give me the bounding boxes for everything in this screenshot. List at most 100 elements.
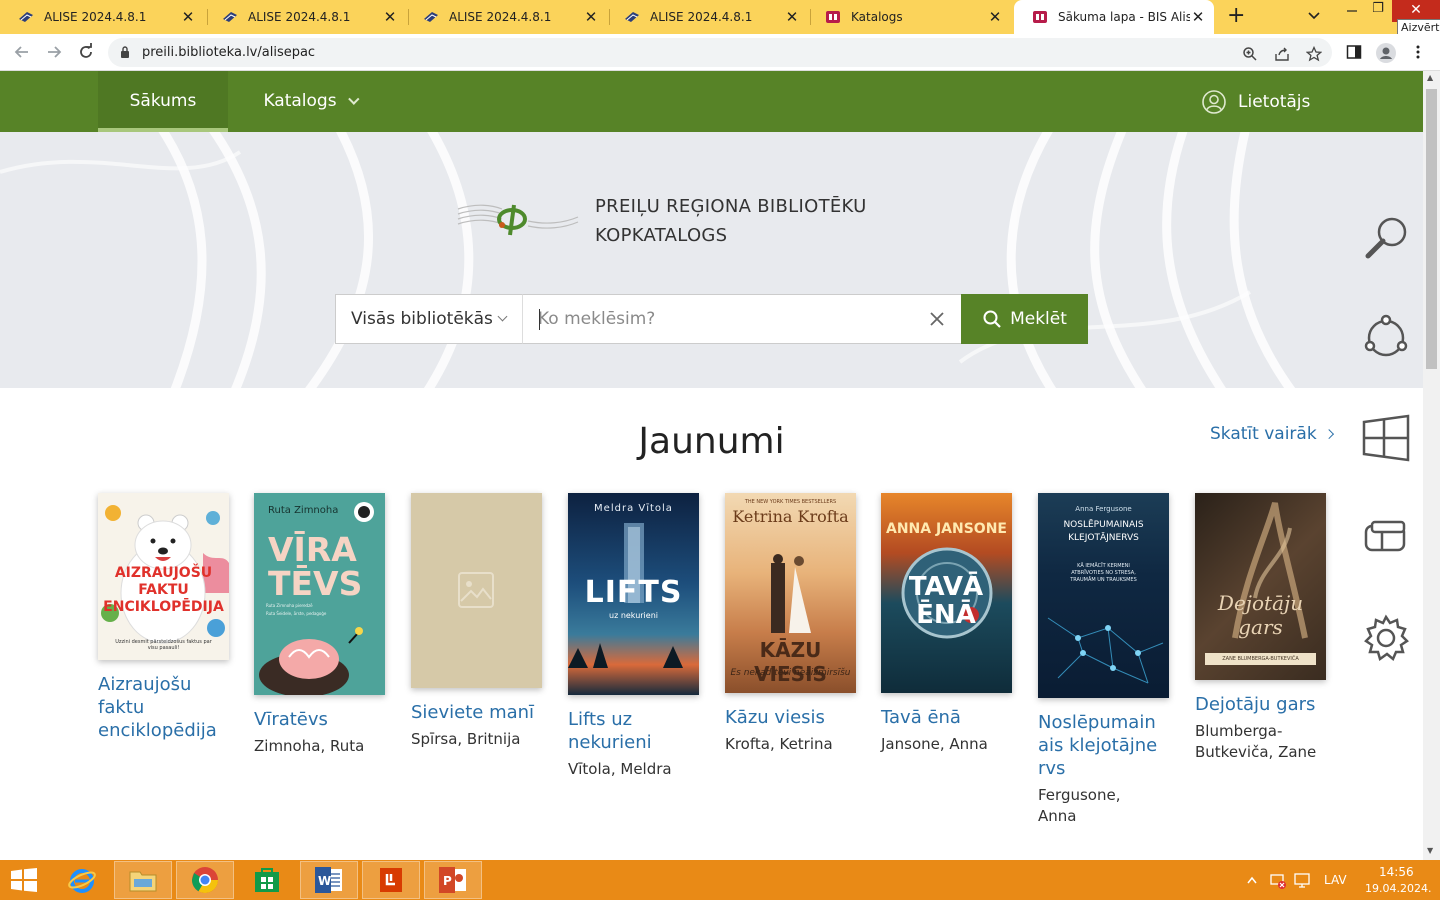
clock-time[interactable]: 14:56 bbox=[1379, 865, 1414, 879]
tab-close-icon[interactable]: ✕ bbox=[583, 9, 599, 25]
browser-tab[interactable]: ALISE 2024.4.8.1 ✕ bbox=[0, 0, 204, 34]
taskbar-ie[interactable] bbox=[53, 861, 111, 899]
book-card[interactable]: THE NEW YORK TIMES BESTSELLERS Ketrina K… bbox=[725, 493, 856, 755]
side-panel-icon[interactable] bbox=[1346, 44, 1362, 60]
new-tab-button[interactable]: + bbox=[1227, 5, 1245, 27]
tab-close-icon[interactable]: ✕ bbox=[1190, 9, 1206, 25]
nav-home[interactable]: Sākums bbox=[98, 71, 228, 132]
book-cover[interactable]: Dejotāju gars ZANE BLUMBERGA-BUTKEVIČA bbox=[1195, 493, 1326, 680]
nav-catalog-label: Katalogs bbox=[263, 91, 337, 111]
zoom-icon[interactable] bbox=[1242, 46, 1258, 62]
book-cover[interactable]: ANNA JANSONE TAVĀ ĒNĀ bbox=[881, 493, 1012, 693]
settings-gear-icon[interactable] bbox=[1362, 614, 1410, 662]
book-cover-placeholder[interactable] bbox=[411, 493, 542, 688]
cover-cake-illustration bbox=[259, 627, 363, 695]
tray-expand-icon[interactable] bbox=[1247, 876, 1257, 884]
address-bar[interactable]: preili.biblioteka.lv/alisepac bbox=[108, 38, 1332, 67]
book-title-link[interactable]: Lifts uz nekurieni bbox=[568, 708, 699, 754]
browser-tab[interactable]: ALISE 2024.4.8.1 ✕ bbox=[204, 0, 406, 34]
browser-tab[interactable]: Katalogs ✕ bbox=[807, 0, 1011, 34]
book-favicon-icon bbox=[826, 11, 840, 23]
url-text: preili.biblioteka.lv/alisepac bbox=[142, 45, 316, 60]
bookmark-star-icon[interactable] bbox=[1306, 46, 1322, 62]
book-title-link[interactable]: Aizraujošu faktu enciklopēdija bbox=[98, 673, 229, 742]
book-cover[interactable]: Meldra Vītola LIFTS uz nekurieni bbox=[568, 493, 699, 695]
scroll-down-arrow-icon[interactable]: ▼ bbox=[1427, 846, 1433, 855]
taskbar-powerpoint[interactable]: P bbox=[424, 861, 482, 899]
image-placeholder-icon bbox=[458, 572, 494, 608]
magnifier-tool-icon[interactable] bbox=[1362, 214, 1410, 262]
taskbar-office-tool[interactable] bbox=[362, 861, 420, 899]
svg-text:P: P bbox=[443, 874, 452, 888]
display-mode-icon[interactable] bbox=[1362, 514, 1410, 562]
page-scrollbar[interactable]: ▲ ▼ bbox=[1423, 71, 1440, 860]
contrast-wheel-icon[interactable] bbox=[1362, 314, 1410, 362]
see-more-link[interactable]: Skatīt vairāk bbox=[1210, 424, 1334, 444]
book-title-link[interactable]: Kāzu viesis bbox=[725, 706, 856, 729]
book-title-link[interactable]: Noslēpumainais klejotājnervs bbox=[1038, 711, 1163, 780]
scrollbar-thumb[interactable] bbox=[1426, 89, 1437, 369]
book-card[interactable]: Sieviete manī Spīrsa, Britnija bbox=[411, 493, 542, 750]
taskbar-store[interactable] bbox=[238, 861, 296, 899]
browser-tab[interactable]: ALISE 2024.4.8.1 ✕ bbox=[606, 0, 808, 34]
browser-tab[interactable]: ALISE 2024.4.8.1 ✕ bbox=[405, 0, 607, 34]
book-cover[interactable]: Anna Fergusone NOSLĒPUMAINAIS KLEJOTĀJNE… bbox=[1038, 493, 1169, 698]
library-select[interactable]: Visās bibliotēkās bbox=[335, 294, 523, 344]
book-title-link[interactable]: Sieviete manī bbox=[411, 701, 542, 724]
browser-menu-icon[interactable] bbox=[1410, 44, 1426, 60]
profile-avatar-icon[interactable] bbox=[1376, 43, 1396, 63]
tab-close-icon[interactable]: ✕ bbox=[382, 9, 398, 25]
cover-title: KĀZU VIESIS bbox=[754, 638, 827, 686]
book-card[interactable]: Anna Fergusone NOSLĒPUMAINAIS KLEJOTĀJNE… bbox=[1038, 493, 1169, 827]
search-button[interactable]: Meklēt bbox=[961, 294, 1088, 344]
share-icon[interactable] bbox=[1274, 46, 1290, 62]
nav-user[interactable]: Lietotājs bbox=[1202, 71, 1310, 132]
tab-close-icon[interactable]: ✕ bbox=[987, 9, 1003, 25]
search-input[interactable]: Ko meklēsim? bbox=[522, 294, 962, 344]
restore-window-button[interactable]: ❐ bbox=[1366, 0, 1390, 22]
office-tool-icon bbox=[380, 868, 402, 892]
book-card[interactable]: Ruta Zimnoha VĪRA TĒVS Ruta Zimnoha pier… bbox=[254, 493, 385, 757]
cover-author: Anna Fergusone bbox=[1075, 505, 1132, 513]
book-card[interactable]: Dejotāju gars ZANE BLUMBERGA-BUTKEVIČA D… bbox=[1195, 493, 1326, 763]
book-title-link[interactable]: Tavā ēnā bbox=[881, 706, 1012, 729]
book-title-link[interactable]: Vīratēvs bbox=[254, 708, 385, 731]
book-title-link[interactable]: Dejotāju gars bbox=[1195, 693, 1326, 716]
back-arrow-icon[interactable] bbox=[12, 42, 32, 62]
minimize-icon[interactable] bbox=[1346, 5, 1358, 17]
book-cover[interactable]: Ruta Zimnoha VĪRA TĒVS Ruta Zimnoha pier… bbox=[254, 493, 385, 695]
clear-search-icon[interactable] bbox=[927, 309, 947, 329]
forward-arrow-icon[interactable] bbox=[44, 42, 64, 62]
cover-author: Ketrina Krofta bbox=[732, 507, 849, 526]
cover-title: Dejotāju gars bbox=[1217, 591, 1304, 639]
tab-close-icon[interactable]: ✕ bbox=[784, 9, 800, 25]
book-card[interactable]: AIZRAUJOŠU FAKTU ENCIKLOPĒDIJA Uzzini de… bbox=[98, 493, 229, 742]
store-icon bbox=[255, 868, 279, 892]
book-card[interactable]: ANNA JANSONE TAVĀ ĒNĀ Tavā ēnā Jansone, … bbox=[881, 493, 1012, 755]
tab-close-icon[interactable]: ✕ bbox=[180, 9, 196, 25]
action-center-icon[interactable] bbox=[1293, 872, 1311, 890]
cover-neurons-illustration bbox=[1047, 617, 1164, 684]
scroll-up-arrow-icon[interactable]: ▲ bbox=[1427, 73, 1433, 82]
book-card[interactable]: Meldra Vītola LIFTS uz nekurieni Lifts u… bbox=[568, 493, 699, 780]
tab-search-chevron-icon[interactable] bbox=[1307, 9, 1321, 23]
nav-catalog[interactable]: Katalogs bbox=[244, 71, 374, 132]
library-name-line2: KOPKATALOGS bbox=[595, 225, 728, 246]
browser-tab-active[interactable]: Sākuma lapa - BIS Alise PAC ✕ bbox=[1014, 0, 1214, 34]
powerpoint-icon: P bbox=[439, 867, 466, 893]
windows-layout-icon[interactable] bbox=[1362, 414, 1410, 462]
cover-tagline: THE NEW YORK TIMES BESTSELLERS bbox=[744, 499, 837, 505]
network-error-icon[interactable] bbox=[1269, 872, 1287, 890]
alise-favicon-icon bbox=[625, 12, 639, 22]
book-cover[interactable]: THE NEW YORK TIMES BESTSELLERS Ketrina K… bbox=[725, 493, 856, 693]
keyboard-language[interactable]: LAV bbox=[1324, 873, 1347, 887]
clock-date[interactable]: 19.04.2024. bbox=[1365, 882, 1431, 895]
reload-icon[interactable] bbox=[76, 42, 96, 62]
book-cover[interactable]: AIZRAUJOŠU FAKTU ENCIKLOPĒDIJA Uzzini de… bbox=[98, 493, 229, 660]
internet-explorer-icon bbox=[68, 869, 96, 893]
book-author: Spīrsa, Britnija bbox=[411, 730, 521, 748]
windows-start-icon[interactable] bbox=[10, 868, 38, 892]
taskbar-chrome[interactable] bbox=[176, 861, 234, 899]
taskbar-file-explorer[interactable] bbox=[114, 861, 172, 899]
taskbar-word[interactable]: W bbox=[300, 861, 358, 899]
